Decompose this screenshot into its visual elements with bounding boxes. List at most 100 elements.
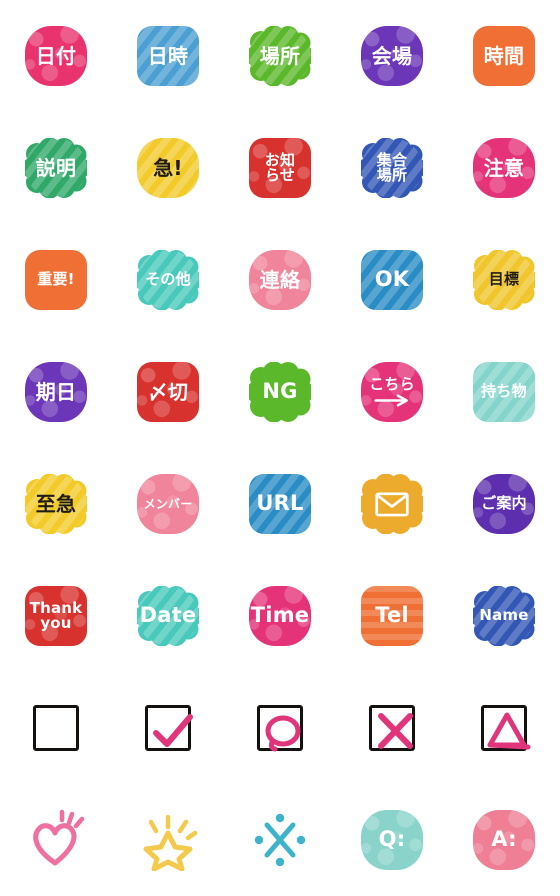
sticker-cell: 期日: [0, 336, 112, 448]
sticker-cell: 目標: [448, 224, 560, 336]
sticker-label: Thank you: [29, 598, 83, 632]
sticker-label: 会場: [371, 43, 413, 68]
sticker-cell: メンバー: [112, 448, 224, 560]
sticker-cell: 時間: [448, 0, 560, 112]
sticker-label: Name: [479, 606, 529, 625]
sticker-mokuhyo[interactable]: 目標: [473, 250, 535, 310]
sticker-hizuke[interactable]: 日付: [25, 26, 87, 86]
sticker-cell: OK: [336, 224, 448, 336]
sticker-answer[interactable]: A:: [473, 810, 535, 870]
sticker-tel[interactable]: Tel: [361, 586, 423, 646]
sticker-shugo-basho[interactable]: 集合 場所: [361, 138, 423, 198]
sticker-cell: Name: [448, 560, 560, 672]
checkbox-cross[interactable]: [369, 705, 415, 751]
sticker-label: 説明: [35, 155, 77, 180]
sticker-basho[interactable]: 場所: [249, 26, 311, 86]
sticker-label: 目標: [488, 270, 520, 289]
sticker-shikyu[interactable]: 至急: [25, 474, 87, 534]
sticker-mochimono[interactable]: 持ち物: [473, 362, 535, 422]
checkbox-triangle[interactable]: [481, 705, 531, 751]
sticker-url[interactable]: URL: [249, 474, 311, 534]
cross-mark-icon: [378, 713, 413, 749]
sticker-label: OK: [374, 267, 410, 292]
sticker-name[interactable]: Name: [473, 586, 535, 646]
sticker-label: こちら: [369, 375, 415, 394]
sticker-cell: その他: [112, 224, 224, 336]
sticker-label: 日付: [35, 43, 77, 68]
sticker-cell: お知 らせ: [224, 112, 336, 224]
sticker-label: URL: [256, 491, 304, 516]
sticker-member[interactable]: メンバー: [137, 474, 199, 534]
sticker-kyuu[interactable]: 急!: [137, 138, 199, 198]
sticker-ok[interactable]: OK: [361, 250, 423, 310]
sticker-label: 急!: [153, 155, 183, 180]
sticker-label: お知 らせ: [264, 150, 296, 184]
checkbox-circle[interactable]: [257, 705, 303, 752]
sticker-label: Date: [139, 603, 197, 628]
sticker-cell: 場所: [224, 0, 336, 112]
sticker-kochira[interactable]: こちら: [361, 362, 423, 422]
sticker-cell: Q:: [336, 784, 448, 896]
sticker-time[interactable]: Time: [249, 586, 311, 646]
sticker-goannai[interactable]: ご案内: [473, 474, 535, 534]
checkbox-checked[interactable]: [145, 705, 193, 751]
sticker-juyo[interactable]: 重要!: [25, 250, 87, 310]
sticker-kijitsu[interactable]: 期日: [25, 362, 87, 422]
sticker-label: 期日: [35, 379, 77, 404]
checkbox-empty[interactable]: [33, 705, 79, 751]
heart-sparkle-icon[interactable]: [25, 809, 87, 871]
sticker-label: 日時: [147, 43, 189, 68]
sticker-label: 〆切: [147, 379, 189, 404]
sticker-shimekiri[interactable]: 〆切: [137, 362, 199, 422]
sticker-cell: Time: [224, 560, 336, 672]
cross-sparkle-icon[interactable]: [249, 809, 311, 871]
sticker-thank-you[interactable]: Thank you: [25, 586, 87, 646]
envelope-icon: [375, 492, 409, 517]
sticker-question[interactable]: Q:: [361, 810, 423, 870]
sticker-label: A:: [491, 827, 517, 852]
sticker-oshirase[interactable]: お知 らせ: [249, 138, 311, 198]
sticker-cell: [336, 672, 448, 784]
sticker-setsumei[interactable]: 説明: [25, 138, 87, 198]
sticker-nichiji[interactable]: 日時: [137, 26, 199, 86]
sticker-cell: NG: [224, 336, 336, 448]
sticker-jikan[interactable]: 時間: [473, 26, 535, 86]
sticker-mail[interactable]: [361, 474, 423, 534]
sticker-ng[interactable]: NG: [249, 362, 311, 422]
triangle-mark-icon: [487, 712, 531, 750]
sticker-renraku[interactable]: 連絡: [249, 250, 311, 310]
check-mark-icon: [153, 714, 193, 747]
sticker-label: Tel: [375, 603, 409, 628]
sticker-cell: 重要!: [0, 224, 112, 336]
sticker-cell: 〆切: [112, 336, 224, 448]
sticker-cell: A:: [448, 784, 560, 896]
circle-mark-icon: [265, 715, 301, 752]
sticker-kaijo[interactable]: 会場: [361, 26, 423, 86]
sticker-cell: URL: [224, 448, 336, 560]
sticker-cell: こちら: [336, 336, 448, 448]
sticker-sonota[interactable]: その他: [137, 250, 199, 310]
sticker-label: 集合 場所: [376, 150, 408, 184]
sticker-cell: [224, 672, 336, 784]
sticker-label: 重要!: [37, 270, 75, 289]
right-arrow-icon: [374, 394, 408, 407]
sticker-cell: [0, 672, 112, 784]
sticker-label: Q:: [378, 827, 406, 852]
sticker-label: NG: [262, 379, 298, 404]
sticker-label: 連絡: [259, 267, 301, 292]
sticker-date[interactable]: Date: [137, 586, 199, 646]
sticker-cell: 急!: [112, 112, 224, 224]
sticker-sheet-grid: 日付 日時 場所 会場 時間説明 急! お知 らせ 集合 場所 注意重要! その他 連絡 OK 目標期日…: [0, 0, 560, 896]
sticker-cell: 連絡: [224, 224, 336, 336]
star-sparkle-icon[interactable]: [137, 809, 199, 871]
sticker-cell: 日付: [0, 0, 112, 112]
sticker-chui[interactable]: 注意: [473, 138, 535, 198]
sticker-label: 場所: [259, 43, 301, 68]
sticker-cell: ご案内: [448, 448, 560, 560]
sticker-cell: 説明: [0, 112, 112, 224]
sticker-cell: 集合 場所: [336, 112, 448, 224]
sticker-cell: [336, 448, 448, 560]
sticker-label: 至急: [35, 491, 77, 516]
sticker-label: その他: [145, 270, 191, 289]
sticker-cell: [112, 672, 224, 784]
